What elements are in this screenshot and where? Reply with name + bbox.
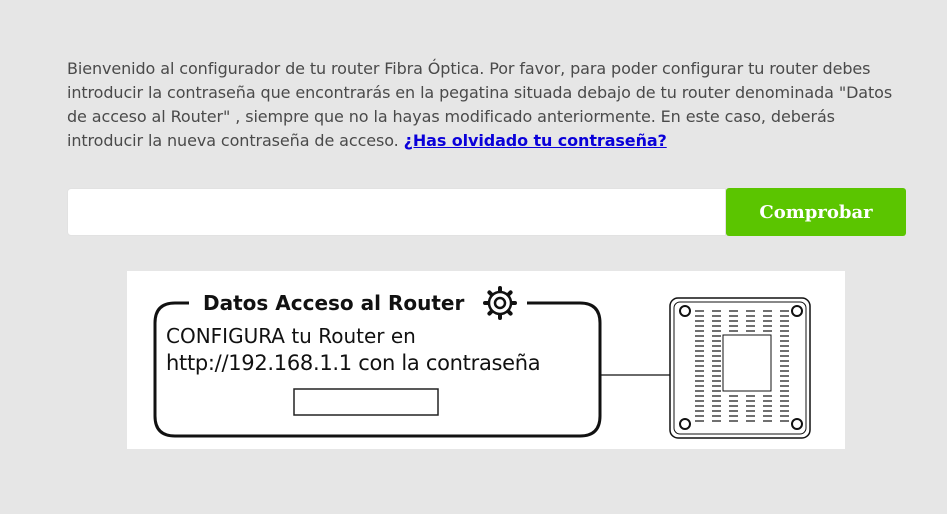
intro-paragraph: Bienvenido al configurador de tu router …	[67, 57, 912, 153]
sticker-line-2: http://192.168.1.1 con la contraseña	[166, 351, 541, 375]
router-sticker-illustration: Datos Acceso al Router CONFIGURA tu Rout…	[127, 271, 845, 449]
gear-icon	[483, 286, 517, 320]
sticker-line-1: CONFIGURA tu Router en	[166, 324, 416, 348]
router-login-page: Bienvenido al configurador de tu router …	[0, 0, 947, 514]
sticker-title: Datos Acceso al Router	[200, 291, 468, 315]
check-button[interactable]: Comprobar	[726, 188, 906, 236]
password-input[interactable]	[67, 188, 726, 236]
router-bottom-diagram	[669, 297, 811, 439]
password-placeholder-box	[293, 388, 439, 416]
password-form: Comprobar	[67, 188, 906, 236]
forgot-password-link[interactable]: ¿Has olvidado tu contraseña?	[404, 131, 667, 150]
